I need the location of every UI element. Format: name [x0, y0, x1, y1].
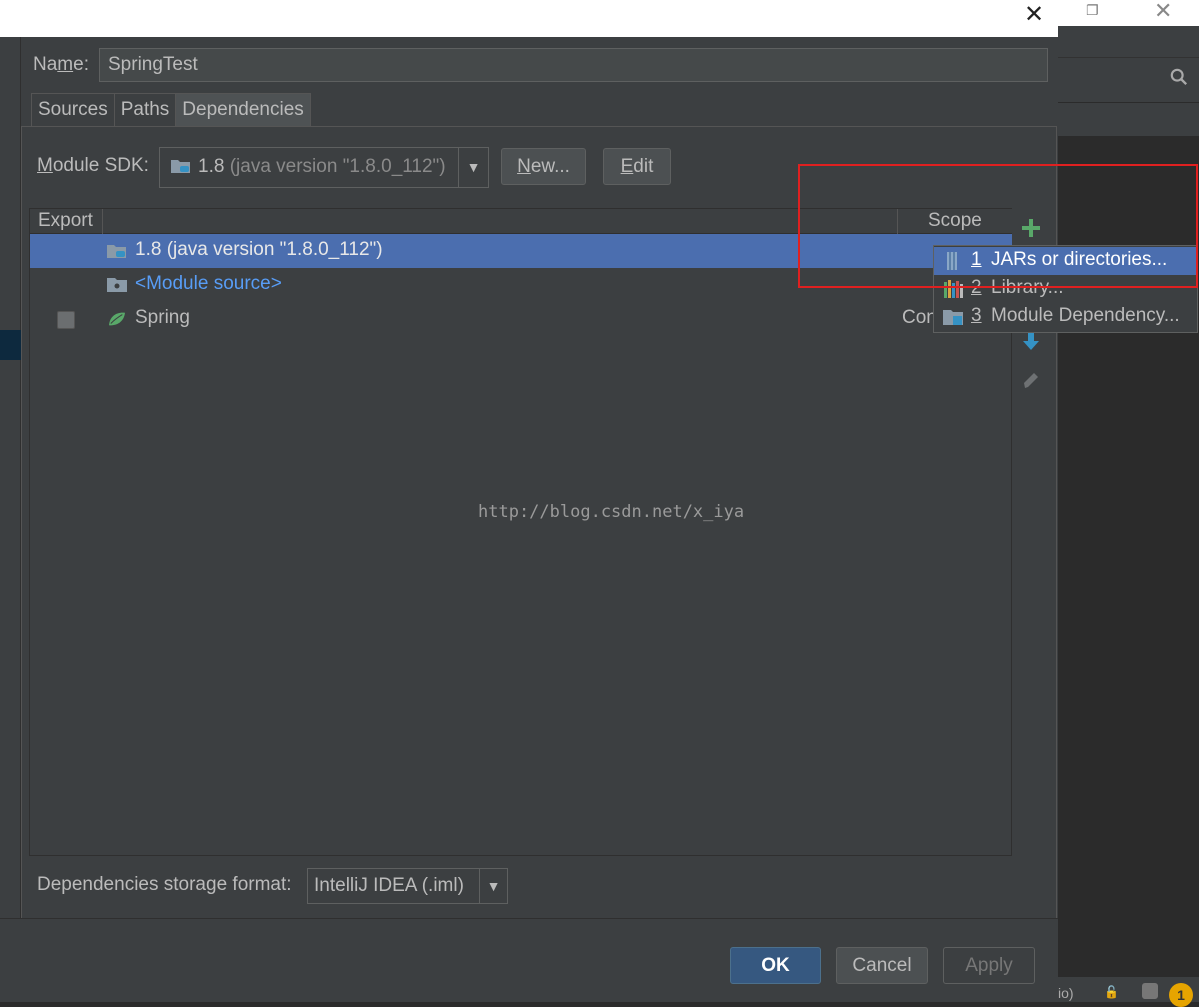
highlight-annotation-box [798, 164, 1198, 288]
move-down-icon[interactable] [1019, 330, 1043, 354]
chevron-down-icon[interactable]: ▼ [479, 869, 507, 903]
table-row-spring[interactable]: Spring Con [30, 302, 1013, 336]
menu-item-label: Module Dependency... [991, 305, 1180, 326]
module-sdk-dropdown[interactable]: 1.8 (java version "1.8.0_112") ▼ [159, 147, 489, 188]
dependency-name: 1.8 (java version "1.8.0_112") [135, 239, 383, 260]
dependency-scope[interactable]: Con [902, 307, 937, 329]
background-titlebar: ❐ ✕ [1058, 0, 1199, 26]
background-status-bar: io) 🔓 1 [1058, 977, 1199, 1007]
export-checkbox[interactable] [57, 311, 75, 329]
edit-sdk-button[interactable]: Edit [603, 148, 671, 185]
settings-sidebar-edge [0, 37, 21, 918]
tab-sources[interactable]: Sources [31, 93, 115, 127]
background-ide-window: ❐ ✕ io) 🔓 1 [1058, 0, 1199, 1007]
dialog-titlebar: ✕ [0, 0, 1058, 37]
dependency-name: Spring [135, 307, 190, 328]
ok-button[interactable]: OK [730, 947, 821, 984]
watermark-text: http://blog.csdn.net/x_iya [478, 502, 745, 522]
footer-divider [0, 918, 1058, 919]
chevron-down-icon[interactable]: ▼ [458, 148, 488, 187]
background-tab-row [1058, 102, 1199, 136]
status-fragment: io) [1058, 985, 1074, 1001]
module-name-field[interactable]: SpringTest [99, 48, 1048, 82]
export-column-header[interactable]: Export [30, 209, 103, 234]
dependencies-table: Export Scope 1.8 (java version "1.8.0_11… [29, 208, 1013, 856]
name-column-header[interactable] [103, 209, 898, 234]
background-close-icon[interactable]: ✕ [1154, 0, 1172, 24]
storage-format-dropdown[interactable]: IntelliJ IDEA (.iml) ▼ [307, 868, 508, 904]
lock-icon[interactable]: 🔓 [1104, 985, 1119, 999]
module-sdk-value: 1.8 (java version "1.8.0_112") [160, 148, 458, 187]
menu-item-module-dependency[interactable]: 3 Module Dependency... [934, 303, 1197, 331]
project-structure-dialog: ✕ Name: SpringTest Sources Paths Depende… [0, 0, 1058, 1002]
dependency-name: <Module source> [135, 273, 282, 294]
background-search-row [1058, 58, 1199, 102]
search-icon[interactable] [1170, 68, 1188, 86]
module-sdk-label: Module SDK: [37, 155, 149, 176]
tab-paths[interactable]: Paths [113, 93, 177, 127]
tab-divider [21, 126, 1057, 127]
storage-format-value: IntelliJ IDEA (.iml) [314, 875, 464, 896]
menu-item-number: 3 [971, 305, 982, 326]
jdk-folder-icon [171, 160, 190, 173]
spring-leaf-icon [109, 312, 125, 326]
storage-format-label: Dependencies storage format: [37, 874, 292, 895]
jdk-folder-icon [107, 245, 126, 258]
module-icon [943, 310, 963, 325]
tab-dependencies[interactable]: Dependencies [175, 93, 311, 127]
database-icon[interactable] [1142, 983, 1158, 999]
cancel-button[interactable]: Cancel [836, 947, 928, 984]
module-source-folder-icon [107, 278, 127, 292]
edit-pencil-icon[interactable] [1019, 368, 1043, 392]
new-sdk-button[interactable]: New... [501, 148, 586, 185]
dialog-close-icon[interactable]: ✕ [1018, 0, 1050, 30]
module-tabs: Sources Paths Dependencies [31, 93, 311, 127]
restore-window-icon[interactable]: ❐ [1086, 3, 1100, 17]
name-label: Name: [33, 54, 89, 75]
apply-button[interactable]: Apply [943, 947, 1035, 984]
sidebar-selected-item[interactable] [0, 330, 21, 360]
notification-badge[interactable]: 1 [1169, 983, 1193, 1007]
background-toolbar [1058, 26, 1199, 58]
